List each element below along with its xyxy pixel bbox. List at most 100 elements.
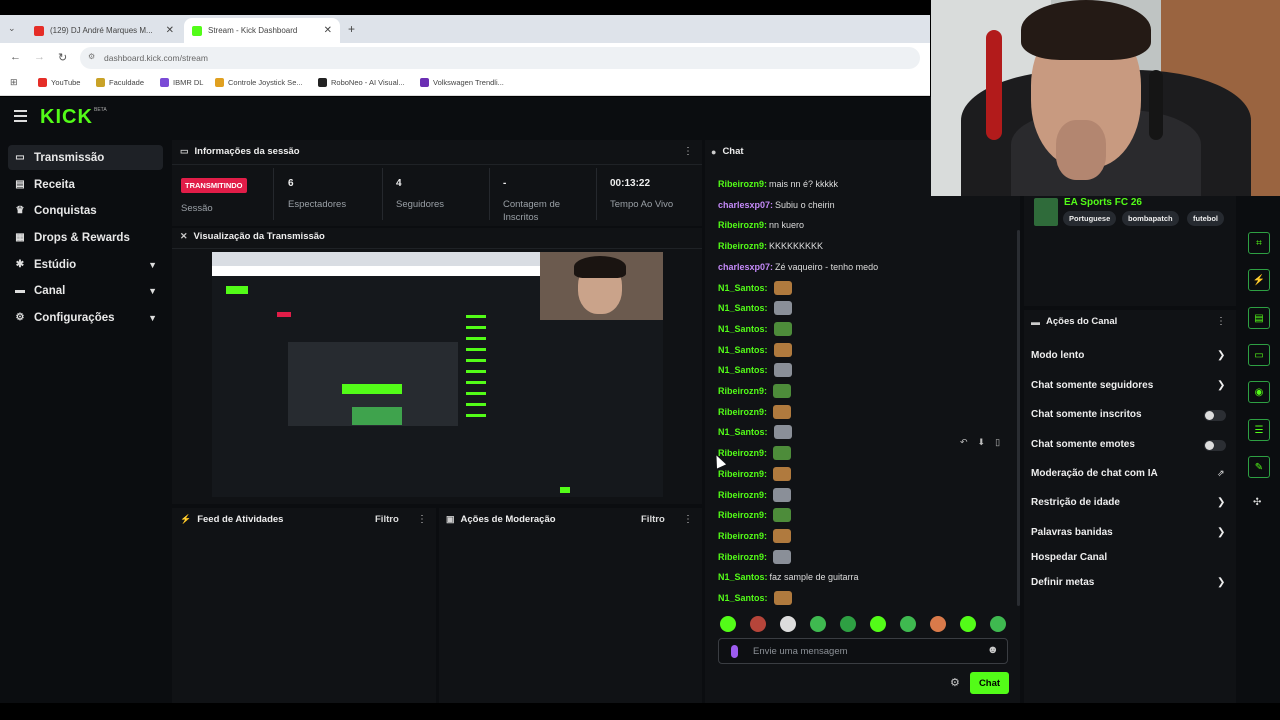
sidebar-item-drops-rewards[interactable]: ▦ Drops & Rewards [8, 225, 163, 250]
chat-username[interactable]: Ribeirozn9: [718, 241, 767, 251]
tag-futebol[interactable]: futebol [1187, 211, 1224, 226]
chat-username[interactable]: Ribeirozn9: [718, 448, 767, 458]
chat-message[interactable]: Ribeirozn9: [718, 384, 792, 398]
new-tab-button[interactable]: + [348, 22, 355, 36]
chat-username[interactable]: N1_Santos: [718, 593, 768, 603]
chat-message[interactable]: Ribeirozn9: [718, 549, 792, 564]
action-host-channel[interactable]: Hospedar Canal [1031, 552, 1107, 563]
chat-message[interactable]: Ribeirozn9: [718, 508, 792, 523]
moderation-filter-button[interactable]: Filtro [641, 514, 665, 525]
chat-message[interactable]: N1_Santos: [718, 342, 792, 357]
chat-username[interactable]: Ribeirozn9: [718, 407, 767, 417]
tab-kick-dashboard[interactable]: Stream - Kick Dashboard ✕ [184, 18, 340, 43]
apps-grid-icon[interactable]: ⊞ [10, 77, 18, 88]
tag-bombapatch[interactable]: bombapatch [1122, 211, 1179, 226]
sidebar-item-transmissao[interactable]: ▭ Transmissão [8, 145, 163, 170]
hamburger-menu-icon[interactable] [14, 110, 27, 122]
emote-icon[interactable] [720, 616, 736, 632]
chat-message[interactable]: Ribeirozn9: mais nn é? kkkkk [718, 177, 838, 191]
tag-portuguese[interactable]: Portuguese [1063, 211, 1117, 226]
bookmark-roboneo[interactable]: RoboNeo - AI Visual... [318, 78, 405, 87]
bookmark-faculdade[interactable]: Faculdade [96, 78, 144, 87]
session-menu-icon[interactable]: ⋮ [683, 146, 693, 157]
emote-icon[interactable] [810, 616, 826, 632]
rail-crop-icon[interactable]: ⌗ [1248, 232, 1270, 254]
chat-username[interactable]: Ribeirozn9: [718, 386, 767, 396]
sidebar-item-canal[interactable]: ▬ Canal ▼ [8, 278, 163, 303]
emote-icon[interactable] [900, 616, 916, 632]
action-emotes-only[interactable]: Chat somente emotes [1031, 439, 1135, 450]
sidebar-item-conquistas[interactable]: ♛ Conquistas [8, 198, 163, 223]
chat-message[interactable]: charlesxp07: Zé vaqueiro - tenho medo [718, 260, 878, 274]
emote-icon[interactable] [960, 616, 976, 632]
rail-server-icon[interactable]: ☰ [1248, 419, 1270, 441]
chat-username[interactable]: N1_Santos: [718, 345, 768, 355]
chat-message[interactable]: Ribeirozn9: [718, 528, 792, 543]
action-set-goals[interactable]: Definir metas [1031, 577, 1094, 588]
url-field[interactable]: ⚙ dashboard.kick.com/stream [80, 47, 920, 69]
chat-username[interactable]: Ribeirozn9: [718, 179, 767, 189]
chat-username[interactable]: N1_Santos: [718, 324, 768, 334]
action-ai-moderation[interactable]: Moderação de chat com IA [1031, 468, 1158, 479]
chat-username[interactable]: Ribeirozn9: [718, 469, 767, 479]
external-link-icon[interactable]: ⇗ [1217, 468, 1225, 479]
chat-settings-gear-icon[interactable]: ⚙ [950, 676, 960, 689]
chevron-right-icon[interactable]: ❯ [1217, 497, 1225, 508]
chat-scrollbar[interactable] [1017, 230, 1020, 606]
emote-icon[interactable] [870, 616, 886, 632]
stream-category[interactable]: EA Sports FC 26 [1064, 197, 1142, 208]
sidebar-item-estudio[interactable]: ✱ Estúdio ▼ [8, 252, 163, 277]
emote-icon[interactable] [930, 616, 946, 632]
chat-message[interactable]: N1_Santos: [718, 280, 792, 295]
action-age-restriction[interactable]: Restrição de idade [1031, 497, 1120, 508]
tab-youtube[interactable]: (129) DJ André Marques M... ✕ [26, 18, 182, 43]
chat-message[interactable]: N1_Santos: [718, 591, 792, 605]
site-info-icon[interactable]: ⚙ [88, 52, 95, 61]
tab-close-icon[interactable]: ✕ [166, 25, 174, 36]
emote-icon[interactable] [990, 616, 1006, 632]
chat-message[interactable]: charlesxp07: Subiu o cheirin [718, 198, 835, 212]
chat-message[interactable]: Ribeirozn9: nn kuero [718, 218, 804, 232]
chat-message[interactable]: N1_Santos: [718, 363, 792, 378]
microphone-icon[interactable] [731, 645, 738, 658]
emote-icon[interactable] [840, 616, 856, 632]
action-subscribers-only[interactable]: Chat somente inscritos [1031, 409, 1142, 420]
chevron-right-icon[interactable]: ❯ [1217, 577, 1225, 588]
emoji-picker-icon[interactable]: ☻ [987, 644, 999, 656]
reload-icon[interactable]: ↻ [58, 51, 67, 64]
chat-message[interactable]: Ribeirozn9: [718, 466, 792, 481]
tab-close-icon[interactable]: ✕ [324, 25, 332, 36]
chat-message[interactable]: Ribeirozn9: KKKKKKKKK [718, 239, 823, 253]
reply-icon[interactable]: ↶ [960, 437, 968, 451]
pin-icon[interactable]: ⬇ [978, 437, 986, 451]
activity-filter-button[interactable]: Filtro [375, 514, 399, 525]
bookmark-youtube[interactable]: YouTube [38, 78, 80, 87]
action-slow-mode[interactable]: Modo lento [1031, 350, 1084, 361]
chat-username[interactable]: N1_Santos: [718, 283, 768, 293]
chat-username[interactable]: Ribeirozn9: [718, 510, 767, 520]
emote-icon[interactable] [750, 616, 766, 632]
sidebar-item-configuracoes[interactable]: ⚙ Configurações ▼ [8, 305, 163, 330]
rail-broadcast-icon[interactable]: ◉ [1248, 381, 1270, 403]
chevron-right-icon[interactable]: ❯ [1217, 380, 1225, 391]
kick-logo[interactable]: KICK [40, 106, 93, 129]
action-banned-words[interactable]: Palavras banidas [1031, 527, 1113, 538]
rail-settings-icon[interactable]: ✣ [1253, 497, 1261, 508]
chat-message-input[interactable]: Envie uma mensagem ☻ [718, 638, 1008, 664]
chat-message[interactable]: N1_Santos: [718, 301, 792, 316]
delete-icon[interactable]: ▯ [995, 437, 1000, 451]
game-thumbnail[interactable] [1034, 198, 1058, 226]
rail-chat-icon[interactable]: ▭ [1248, 344, 1270, 366]
chat-message[interactable]: Ribeirozn9: [718, 446, 792, 461]
moderation-menu-icon[interactable]: ⋮ [683, 514, 693, 525]
chat-message[interactable]: N1_Santos: [718, 321, 792, 336]
chat-send-button[interactable]: Chat [970, 672, 1009, 694]
chat-username[interactable]: Ribeirozn9: [718, 552, 767, 562]
rail-wrench-icon[interactable]: ✎ [1248, 456, 1270, 478]
activity-menu-icon[interactable]: ⋮ [417, 514, 427, 525]
chat-message[interactable]: Ribeirozn9: [718, 487, 792, 502]
chat-message[interactable]: Ribeirozn9: [718, 404, 792, 419]
forward-arrow-icon[interactable]: → [34, 51, 45, 63]
chat-username[interactable]: N1_Santos: [718, 303, 768, 313]
tab-list-chevron-icon[interactable]: ⌄ [8, 23, 16, 34]
